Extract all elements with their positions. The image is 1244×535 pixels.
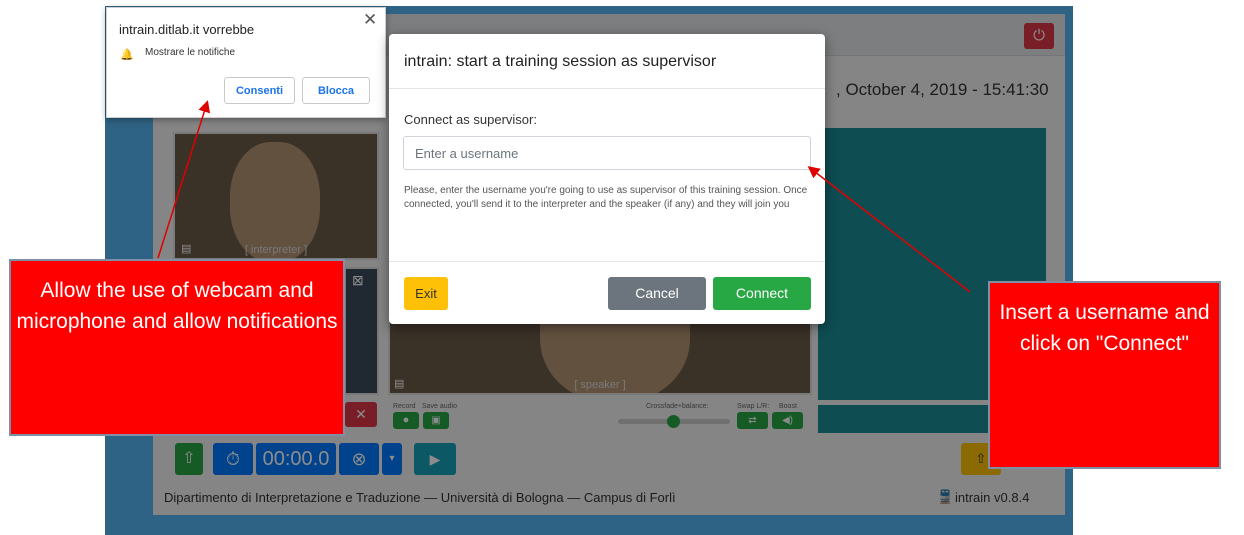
arrow-to-allow-button <box>157 100 211 259</box>
callout-insert-username: Insert a username and click on "Connect" <box>988 281 1221 469</box>
callout-allow-permissions: Allow the use of webcam and microphone a… <box>9 259 345 436</box>
arrow-to-username-input <box>807 166 971 293</box>
